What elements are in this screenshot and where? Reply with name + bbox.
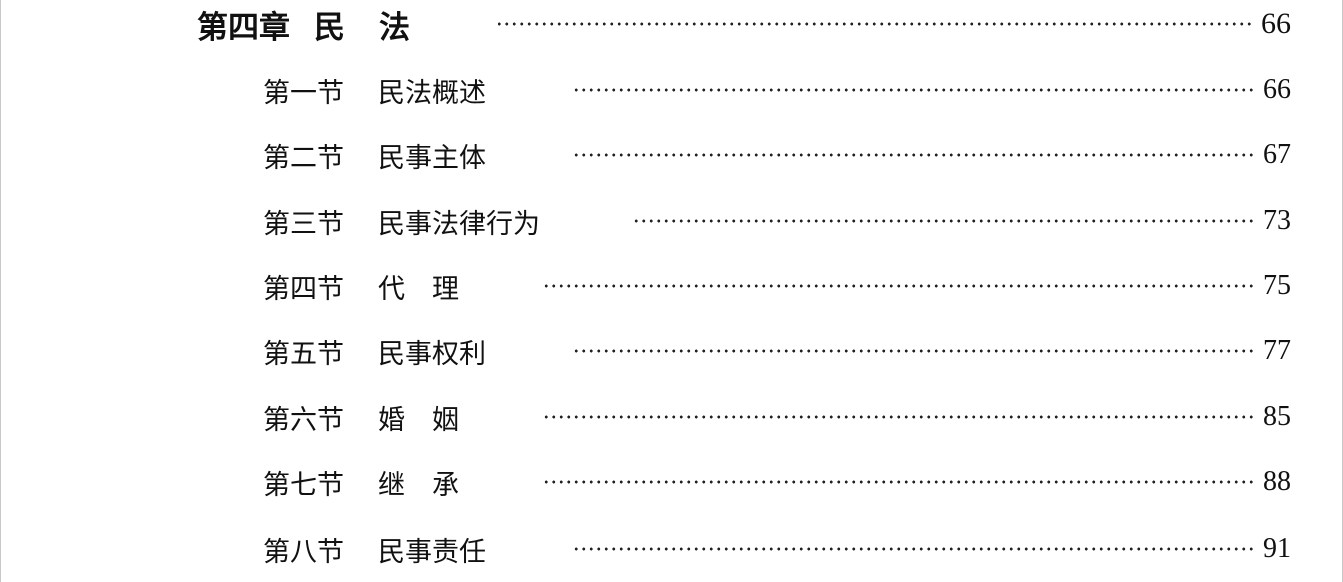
section-label: 第三节 [263, 208, 344, 240]
section-title: 第四节 代 理 [263, 267, 459, 306]
dot-leader [572, 153, 1255, 157]
section-name: 民事责任 [378, 536, 486, 568]
page-number: 73 [1263, 205, 1291, 236]
section-name: 婚 姻 [378, 404, 459, 436]
toc-section-entry[interactable]: 第八节 民事责任 91 [263, 527, 1291, 571]
section-label: 第七节 [263, 469, 344, 501]
section-name: 民法概述 [378, 77, 486, 109]
section-title: 第二节 民事主体 [263, 136, 486, 175]
chapter-title-char: 民 [314, 9, 345, 46]
page-number: 67 [1263, 139, 1291, 170]
section-name: 民事主体 [378, 142, 486, 174]
page-number: 91 [1263, 533, 1291, 564]
dot-leader [632, 219, 1255, 223]
toc-section-entry[interactable]: 第一节 民法概述 66 [263, 68, 1291, 112]
chapter-title-char: 法 [379, 9, 410, 46]
section-name: 代 理 [378, 273, 459, 305]
page-number: 66 [1261, 7, 1291, 40]
section-label: 第二节 [263, 142, 344, 174]
document-page: 第四章民法 66 第一节 民法概述 66 第二节 民事主体 67 第三节 民事法律行为… [0, 0, 1343, 582]
section-name: 继 承 [378, 469, 459, 501]
toc-chapter-entry[interactable]: 第四章民法 66 [197, 2, 1291, 46]
section-title: 第七节 继 承 [263, 463, 459, 502]
toc-section-entry[interactable]: 第三节 民事法律行为 73 [263, 199, 1291, 243]
page-number: 75 [1263, 270, 1291, 301]
section-label: 第六节 [263, 404, 344, 436]
dot-leader [572, 547, 1255, 551]
section-label: 第五节 [263, 338, 344, 370]
chapter-number-label: 第四章 [197, 9, 290, 46]
section-title: 第八节 民事责任 [263, 530, 486, 569]
section-title: 第五节 民事权利 [263, 332, 486, 371]
dot-leader [572, 349, 1255, 353]
dot-leader [498, 22, 1253, 26]
section-title: 第三节 民事法律行为 [263, 202, 540, 241]
section-title: 第一节 民法概述 [263, 71, 486, 110]
section-name: 民事权利 [378, 338, 486, 370]
chapter-title: 第四章民法 [197, 2, 410, 47]
section-label: 第一节 [263, 77, 344, 109]
section-label: 第四节 [263, 273, 344, 305]
toc-section-entry[interactable]: 第五节 民事权利 77 [263, 329, 1291, 373]
page-number: 77 [1263, 335, 1291, 366]
dot-leader [572, 88, 1255, 92]
page-number: 88 [1263, 466, 1291, 497]
section-name: 民事法律行为 [378, 208, 540, 240]
section-title: 第六节 婚 姻 [263, 398, 459, 437]
toc-section-entry[interactable]: 第六节 婚 姻 85 [263, 395, 1291, 439]
page-number: 85 [1263, 401, 1291, 432]
section-label: 第八节 [263, 536, 344, 568]
toc-section-entry[interactable]: 第二节 民事主体 67 [263, 133, 1291, 177]
dot-leader [541, 415, 1255, 419]
dot-leader [541, 480, 1255, 484]
dot-leader [541, 284, 1255, 288]
toc-section-entry[interactable]: 第七节 继 承 88 [263, 460, 1291, 504]
toc-section-entry[interactable]: 第四节 代 理 75 [263, 264, 1291, 308]
page-number: 66 [1263, 74, 1291, 105]
